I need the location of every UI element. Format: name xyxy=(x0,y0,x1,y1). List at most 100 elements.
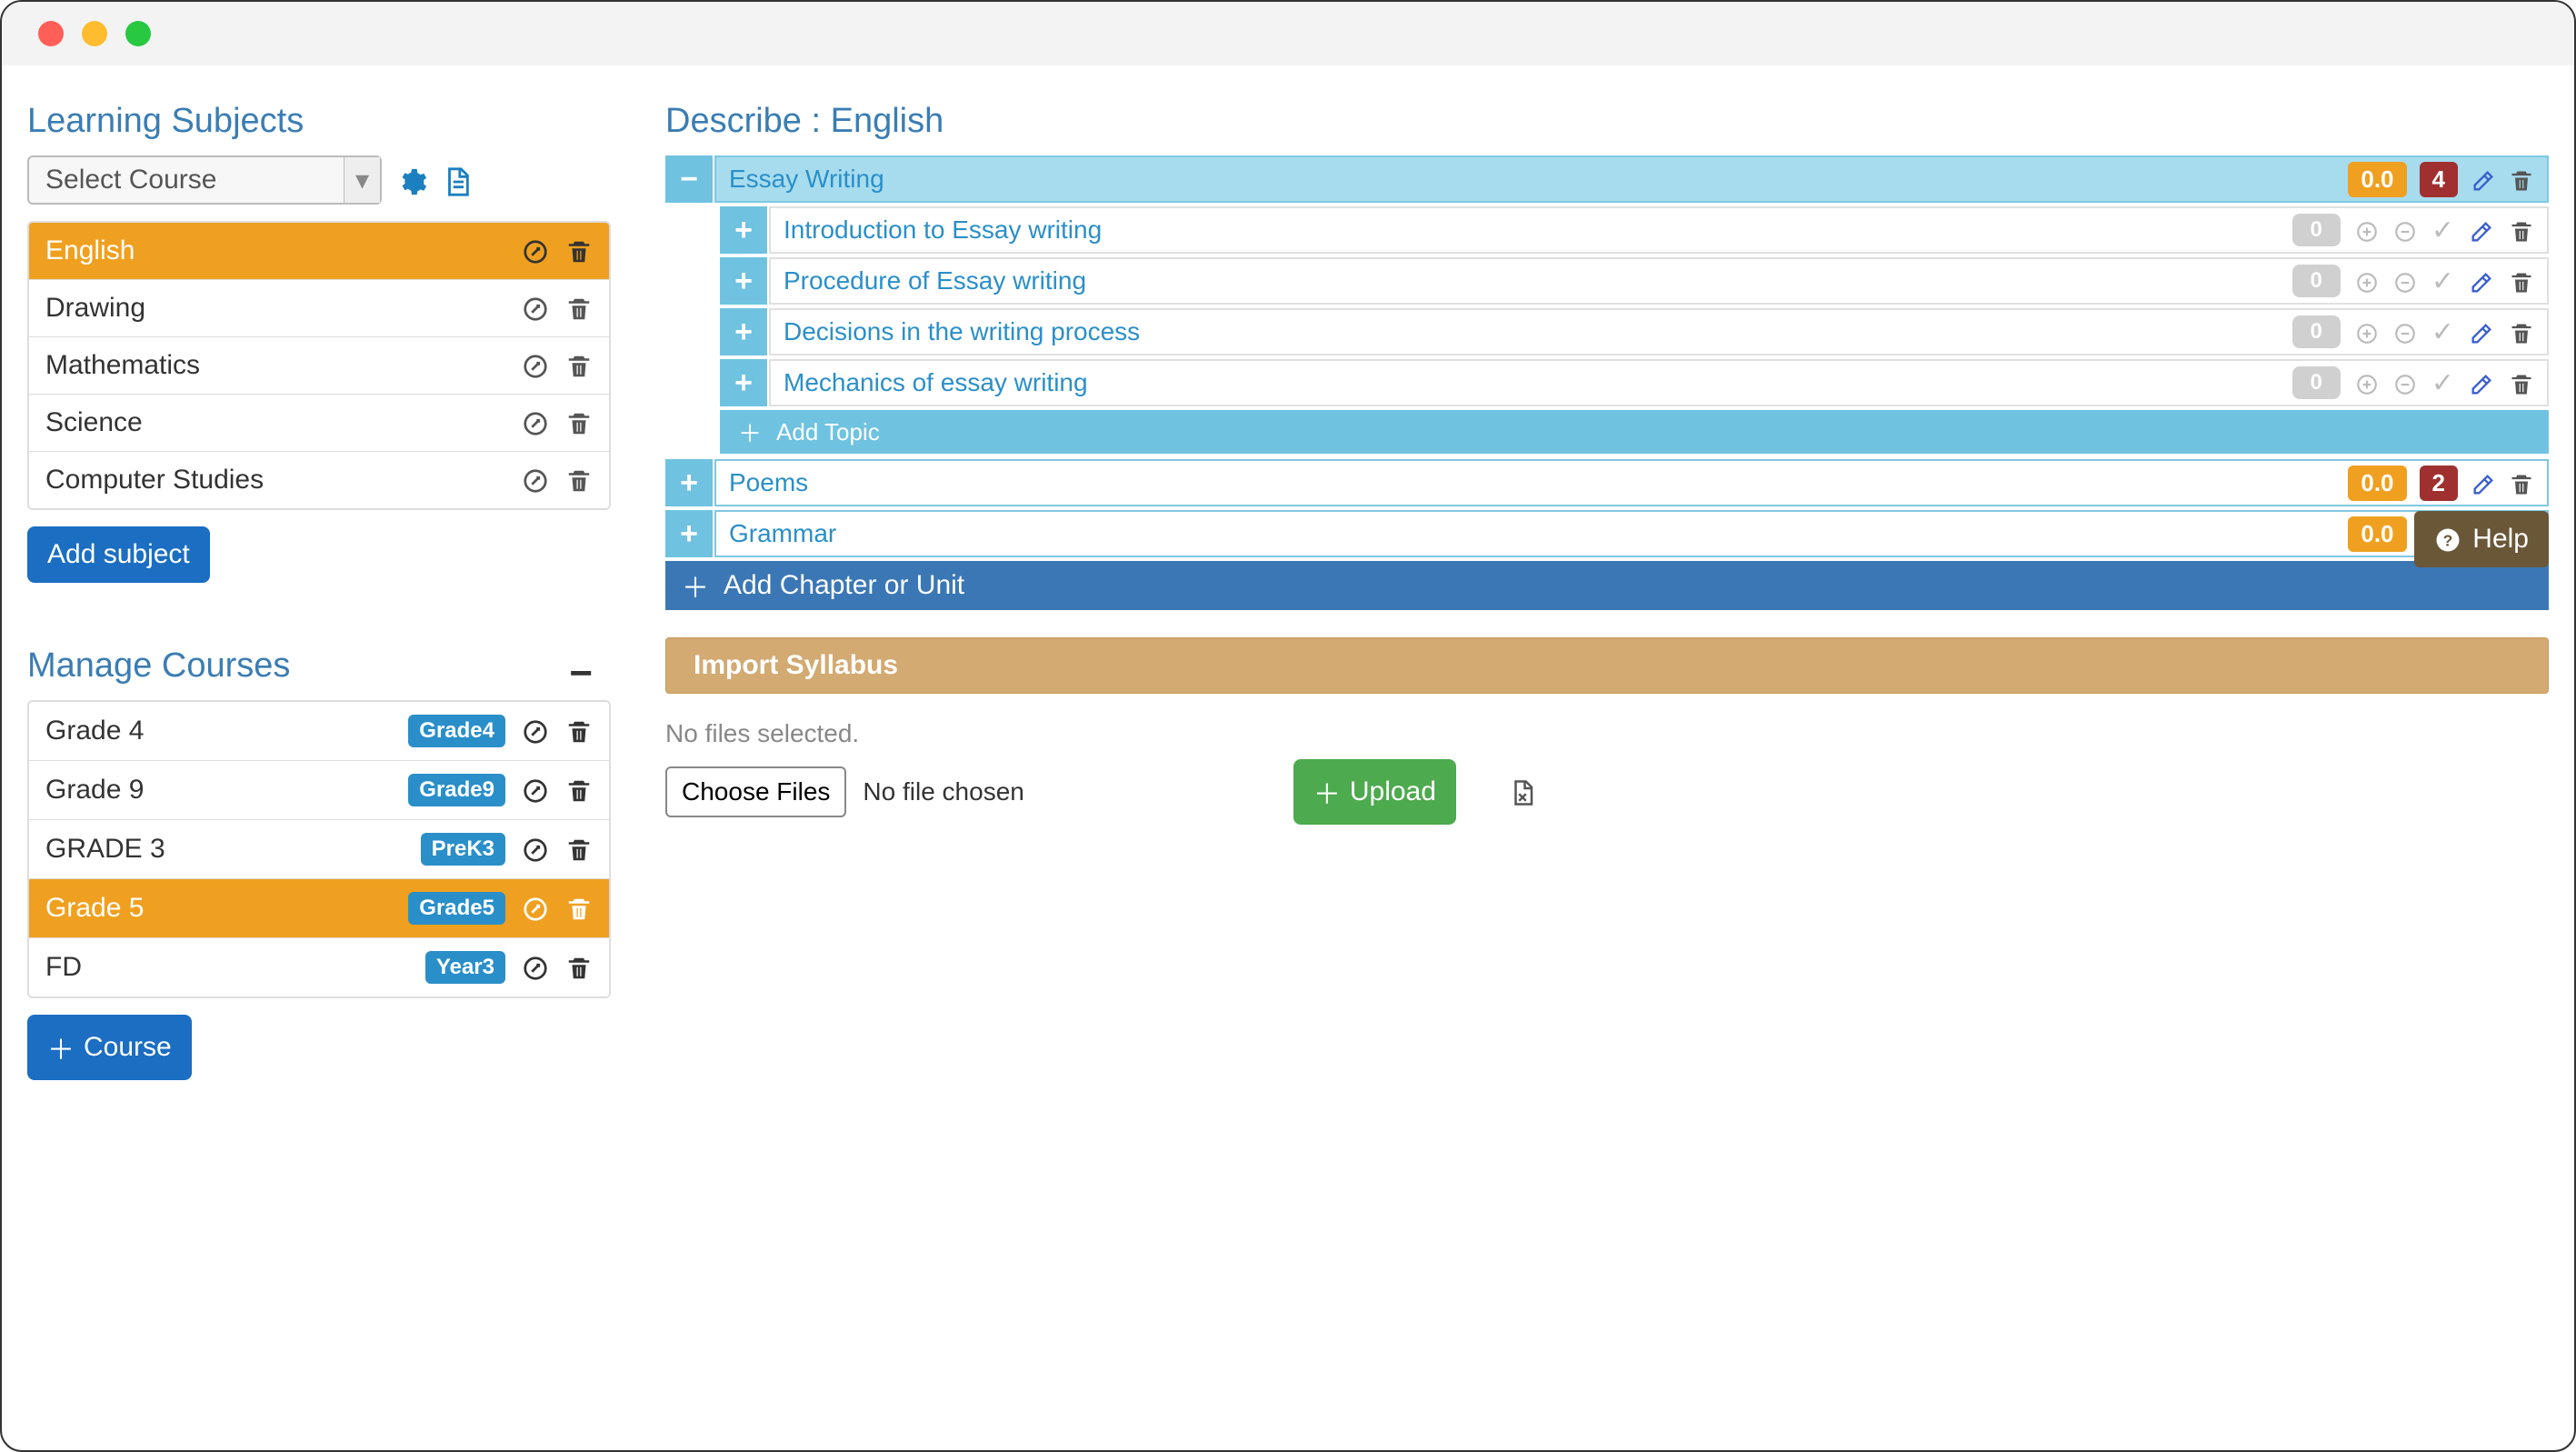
edit-icon[interactable] xyxy=(2471,165,2496,194)
edit-icon[interactable] xyxy=(522,893,549,924)
edit-icon[interactable] xyxy=(522,350,549,381)
subject-item[interactable]: English xyxy=(29,223,609,280)
chapter-name[interactable]: Poems xyxy=(729,468,808,497)
edit-icon[interactable] xyxy=(522,293,549,324)
add-subject-button[interactable]: Add subject xyxy=(27,526,210,583)
edit-icon[interactable] xyxy=(522,235,549,266)
expand-icon[interactable]: + xyxy=(720,308,767,355)
trash-icon[interactable] xyxy=(565,407,593,438)
expand-icon[interactable]: + xyxy=(720,359,767,406)
subject-item[interactable]: Mathematics xyxy=(29,337,609,395)
subject-item[interactable]: Computer Studies xyxy=(29,452,609,508)
check-icon[interactable]: ✓ xyxy=(2431,316,2454,348)
topic-name[interactable]: Introduction to Essay writing xyxy=(784,215,1102,245)
choose-files-button[interactable]: Choose Files xyxy=(665,766,846,817)
trash-icon[interactable] xyxy=(2509,266,2534,295)
trash-icon[interactable] xyxy=(2509,468,2534,497)
trash-icon[interactable] xyxy=(565,293,593,324)
course-item[interactable]: Grade 9Grade9 xyxy=(29,761,609,820)
upload-button[interactable]: ＋Upload xyxy=(1293,759,1456,825)
trash-icon[interactable] xyxy=(2509,215,2534,245)
edit-icon[interactable] xyxy=(522,775,549,806)
chapter-score: 0.0 xyxy=(2348,162,2406,197)
circle-plus-icon[interactable] xyxy=(2355,267,2379,295)
topic-row: +Mechanics of essay writing0✓ xyxy=(665,359,2549,406)
subject-item[interactable]: Drawing xyxy=(29,280,609,337)
edit-icon[interactable] xyxy=(522,465,549,496)
course-name: FD xyxy=(45,952,82,983)
add-topic-button[interactable]: ＋Add Topic xyxy=(720,410,2549,454)
circle-plus-icon[interactable] xyxy=(2355,369,2379,397)
trash-icon[interactable] xyxy=(565,465,593,496)
trash-icon[interactable] xyxy=(565,235,593,266)
topic-name[interactable]: Decisions in the writing process xyxy=(784,317,1140,346)
course-name: Grade 4 xyxy=(45,716,144,746)
circle-minus-icon[interactable] xyxy=(2393,267,2417,295)
chapter-row: +Grammar0.02 xyxy=(665,510,2549,557)
check-icon[interactable]: ✓ xyxy=(2431,367,2454,399)
course-list: Grade 4Grade4Grade 9Grade9GRADE 3PreK3Gr… xyxy=(27,700,611,998)
minimize-window-button[interactable] xyxy=(82,21,107,46)
add-chapter-button[interactable]: ＋ Add Chapter or Unit xyxy=(665,561,2549,610)
gear-icon[interactable] xyxy=(396,163,427,198)
circle-plus-icon[interactable] xyxy=(2355,318,2379,346)
edit-icon[interactable] xyxy=(522,834,549,865)
subject-name: Computer Studies xyxy=(45,465,264,496)
topic-row: + Introduction to Essay writing 0 ✓ xyxy=(665,206,2549,254)
trash-icon[interactable] xyxy=(2509,368,2534,397)
edit-icon[interactable] xyxy=(2471,468,2496,497)
select-course-dropdown[interactable]: Select Course ▾ xyxy=(27,155,382,205)
expand-icon[interactable]: + xyxy=(720,257,767,305)
circle-minus-icon[interactable] xyxy=(2393,369,2417,397)
course-item[interactable]: GRADE 3PreK3 xyxy=(29,820,609,879)
edit-icon[interactable] xyxy=(2469,317,2494,346)
topic-name[interactable]: Mechanics of essay writing xyxy=(784,368,1088,397)
topic-count: 0 xyxy=(2292,214,2341,246)
course-badge: Grade4 xyxy=(408,715,505,747)
help-icon: ? xyxy=(2434,524,2461,555)
collapse-courses-icon[interactable]: − xyxy=(569,651,611,696)
trash-icon[interactable] xyxy=(565,775,593,806)
maximize-window-button[interactable] xyxy=(125,21,151,46)
trash-icon[interactable] xyxy=(565,716,593,746)
trash-icon[interactable] xyxy=(565,952,593,983)
topic-name[interactable]: Procedure of Essay writing xyxy=(784,266,1086,295)
topic-count: 0 xyxy=(2292,265,2341,297)
trash-icon[interactable] xyxy=(2509,165,2534,194)
expand-icon[interactable]: + xyxy=(665,510,713,557)
trash-icon[interactable] xyxy=(565,893,593,924)
collapse-icon[interactable]: − xyxy=(665,155,713,203)
edit-icon[interactable] xyxy=(522,952,549,983)
course-item[interactable]: Grade 5Grade5 xyxy=(29,879,609,938)
expand-icon[interactable]: + xyxy=(665,459,713,506)
chapter-name[interactable]: Essay Writing xyxy=(729,165,884,194)
circle-minus-icon[interactable] xyxy=(2393,216,2417,245)
window-titlebar xyxy=(2,2,2574,65)
circle-minus-icon[interactable] xyxy=(2393,318,2417,346)
edit-icon[interactable] xyxy=(522,716,549,746)
edit-icon[interactable] xyxy=(2469,215,2494,245)
close-window-button[interactable] xyxy=(38,21,64,46)
subject-name: Drawing xyxy=(45,293,145,324)
course-item[interactable]: FDYear3 xyxy=(29,938,609,996)
course-item[interactable]: Grade 4 Grade4 xyxy=(29,702,609,761)
trash-icon[interactable] xyxy=(565,350,593,381)
expand-icon[interactable]: + xyxy=(720,206,767,254)
check-icon[interactable]: ✓ xyxy=(2431,265,2454,297)
chapters-container: −Essay Writing0.04+Introduction to Essay… xyxy=(665,155,2549,557)
add-course-button[interactable]: ＋ Course xyxy=(27,1015,192,1080)
document-icon[interactable] xyxy=(442,163,473,198)
dropdown-caret-icon: ▾ xyxy=(344,157,380,203)
circle-plus-icon[interactable] xyxy=(2355,216,2379,245)
trash-icon[interactable] xyxy=(565,834,593,865)
subject-name: Mathematics xyxy=(45,350,200,381)
spreadsheet-icon[interactable] xyxy=(1509,776,1536,807)
help-button[interactable]: ? Help xyxy=(2414,511,2549,567)
edit-icon[interactable] xyxy=(2469,368,2494,397)
trash-icon[interactable] xyxy=(2509,317,2534,346)
check-icon[interactable]: ✓ xyxy=(2431,215,2454,246)
subject-item[interactable]: Science xyxy=(29,395,609,452)
edit-icon[interactable] xyxy=(2469,266,2494,295)
chapter-name[interactable]: Grammar xyxy=(729,519,836,548)
edit-icon[interactable] xyxy=(522,407,549,438)
